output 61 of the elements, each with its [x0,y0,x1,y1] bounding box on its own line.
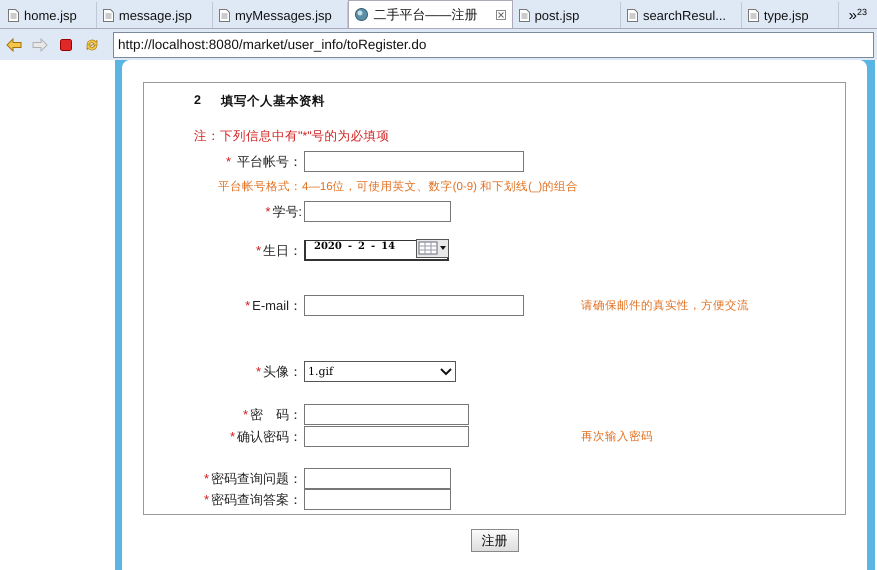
input-field[interactable] [304,201,451,222]
file-icon [8,8,19,22]
tab[interactable]: type.jsp [742,2,839,28]
file-icon [102,8,114,22]
file-icon [626,8,638,22]
overflow-count: 23 [857,7,868,17]
required-mark: * [245,298,250,313]
section-title: 填写个人基本资料 [220,93,325,110]
date-picker[interactable]: 2020 - 2 - 14 [304,240,449,261]
required-mark: * [204,471,209,486]
address-field[interactable]: http://localhost:8080/market/user_info/toRegister.do [113,32,874,58]
field-hint: 再次输入密码 [581,429,653,444]
field-label: 确认密码： [237,428,302,446]
file-icon [218,8,230,22]
overflow-chevron[interactable]: » [848,7,857,24]
required-mark: * [242,407,248,422]
date-part: 2 [358,241,365,253]
date-part: 2020 [314,241,342,253]
step-number: 2 [194,93,201,109]
field-label: 头像： [263,362,302,380]
refresh-icon[interactable] [84,36,100,52]
avatar-select[interactable]: 1.gif [304,361,456,382]
stop-icon[interactable] [60,38,72,50]
input-field[interactable] [304,295,524,316]
tab[interactable]: searchResul... [620,2,742,28]
field-label: E-mail： [252,296,302,314]
field-label: 学号: [272,202,302,220]
date-part: - [370,241,376,253]
input-field[interactable] [304,404,469,425]
required-mark: * [226,154,231,169]
field-label: 密码查询答案： [211,490,302,508]
field-label: 密 码： [250,406,302,424]
required-mark: * [265,204,270,219]
field-label: 密码查询问题： [211,470,302,488]
required-mark: * [256,243,261,258]
file-icon [748,8,759,22]
input-field[interactable] [304,489,451,510]
required-mark: * [230,429,235,444]
register-button[interactable]: 注册 [470,529,518,552]
close-icon[interactable] [496,10,506,20]
input-field[interactable] [304,151,524,172]
required-mark: * [256,364,261,379]
tab[interactable]: 二手平台——注册 [348,0,513,28]
required-mark: * [204,492,209,507]
field-hint: 平台帐号格式：4—16位，可使用英文、数字(0-9) 和下划线(_)的组合 [217,179,578,194]
required-note: 注：下列信息中有"*"号的为必填项 [194,128,390,145]
back-arrow-icon[interactable] [6,38,22,52]
field-label: 生日： [263,242,302,260]
input-field[interactable] [304,468,451,489]
tab[interactable]: message.jsp [96,2,213,28]
date-part: - [348,241,352,253]
input-field[interactable] [304,426,469,447]
tab[interactable]: post.jsp [512,2,621,28]
field-hint: 请确保邮件的真实性，方便交流 [581,298,749,313]
chevron-down-icon [440,368,452,376]
calendar-dropdown-icon[interactable] [416,239,449,258]
file-icon [518,8,530,22]
tab[interactable]: home.jsp [2,2,97,28]
globe-icon [355,8,368,21]
date-part: 14 [381,241,396,253]
field-label: 平台帐号： [237,152,302,170]
